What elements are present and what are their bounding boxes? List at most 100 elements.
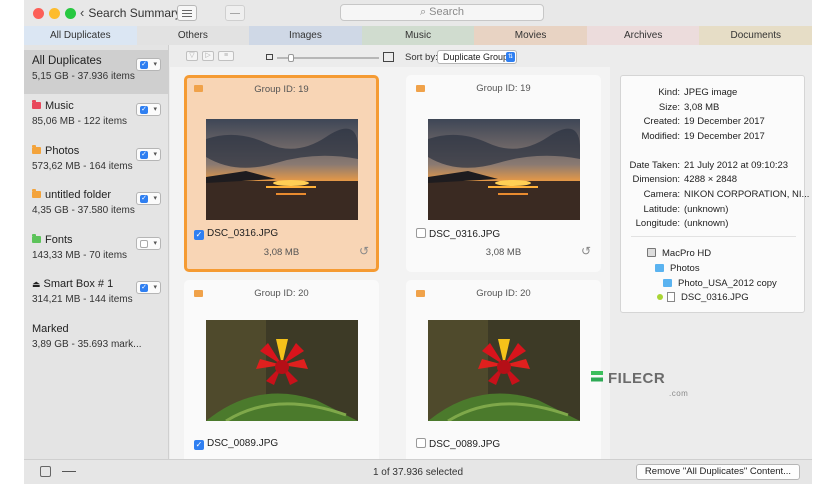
duplicate-card[interactable]: Group ID: 19 ✓ DSC_0316.JPG 3,08 MB ↺ bbox=[184, 75, 379, 272]
sidebar-item-summary: 573,62 MB - 164 items bbox=[32, 161, 133, 172]
sunset-image bbox=[428, 119, 580, 220]
info-label: Dimension: bbox=[632, 174, 680, 185]
list-view-button[interactable] bbox=[177, 5, 197, 21]
sidebar-item-label: Photos bbox=[45, 145, 80, 157]
flower-image bbox=[206, 320, 358, 421]
chevron-down-icon: ▾ bbox=[153, 151, 157, 158]
status-dot-icon bbox=[657, 294, 663, 300]
include-toggle[interactable]: ✓ ▾ bbox=[136, 281, 161, 294]
info-value: (unknown) bbox=[684, 218, 729, 229]
sidebar: All Duplicates 5,15 GB - 37.936 items ✓ ▾… bbox=[24, 45, 169, 459]
app-window: ‹ Search Summary ⌕ Search All Duplicates … bbox=[24, 0, 812, 484]
path-item-folder[interactable]: Photos bbox=[655, 263, 700, 274]
duplicate-card[interactable]: Group ID: 20 bbox=[406, 280, 601, 470]
include-toggle[interactable]: ✓ ▾ bbox=[136, 103, 161, 116]
file-name: DSC_0089.JPG bbox=[207, 438, 279, 449]
folder-icon bbox=[32, 145, 41, 154]
sidebar-item-summary: 4,35 GB - 37.580 items bbox=[32, 205, 135, 216]
include-toggle[interactable]: ✓ ▾ bbox=[136, 58, 161, 71]
chevron-left-icon: ‹ bbox=[80, 5, 85, 20]
tab-images[interactable]: Images bbox=[249, 26, 362, 45]
card-checkbox[interactable]: ✓ bbox=[194, 230, 204, 240]
file-name: DSC_0089.JPG bbox=[429, 439, 501, 450]
chevron-down-icon: ▾ bbox=[153, 195, 157, 202]
sidebar-item-marked[interactable]: Marked 3,89 GB - 35.693 mark... bbox=[24, 318, 169, 362]
group-id: Group ID: 20 bbox=[254, 288, 309, 299]
path-item-file[interactable]: DSC_0316.JPG bbox=[657, 292, 749, 303]
include-toggle[interactable]: ✓ ▾ bbox=[136, 192, 161, 205]
file-size: 3,08 MB bbox=[263, 247, 300, 258]
chevron-down-icon: ▾ bbox=[153, 284, 157, 291]
card-checkbox[interactable] bbox=[416, 228, 426, 238]
chevron-down-icon: ▾ bbox=[153, 106, 157, 113]
photo-thumbnail[interactable] bbox=[428, 320, 580, 421]
list-icon[interactable]: ≡ bbox=[218, 51, 234, 61]
tab-all-duplicates[interactable]: All Duplicates bbox=[24, 26, 137, 45]
folder-icon bbox=[32, 189, 41, 198]
minimize-window-button[interactable] bbox=[49, 8, 60, 19]
card-checkbox[interactable]: ✓ bbox=[194, 440, 204, 450]
divider bbox=[631, 236, 796, 237]
info-label: Longitude: bbox=[635, 218, 680, 229]
info-value: 21 July 2012 at 09:10:23 bbox=[684, 160, 789, 171]
tab-others[interactable]: Others bbox=[136, 26, 250, 45]
sort-value: Duplicate Group bbox=[443, 52, 509, 62]
sidebar-item-all-duplicates[interactable]: All Duplicates 5,15 GB - 37.936 items ✓ ▾ bbox=[24, 50, 169, 94]
info-value: (unknown) bbox=[684, 204, 729, 215]
restore-icon[interactable]: ↺ bbox=[581, 244, 591, 258]
photo-thumbnail[interactable] bbox=[428, 119, 580, 220]
sidebar-item-photos[interactable]: Photos 573,62 MB - 164 items ✓ ▾ bbox=[24, 140, 169, 184]
info-label: Size: bbox=[658, 102, 680, 113]
back-button[interactable]: ‹ Search Summary bbox=[80, 5, 181, 20]
category-tabs: All Duplicates Others Images Music Movie… bbox=[24, 26, 812, 45]
info-value: 4288 × 2848 bbox=[684, 174, 738, 185]
sidebar-item-smart-box[interactable]: ⏏ Smart Box # 1 314,21 MB - 144 items ✓ ▾ bbox=[24, 273, 169, 317]
file-name: DSC_0316.JPG bbox=[207, 228, 279, 239]
checkbox-icon bbox=[140, 240, 148, 248]
info-value: NIKON CORPORATION, NI... bbox=[684, 189, 810, 200]
panel-toggle-button[interactable] bbox=[225, 5, 245, 21]
include-toggle[interactable]: ▾ bbox=[136, 237, 161, 250]
info-label: Modified: bbox=[641, 131, 680, 142]
sidebar-item-summary: 143,33 MB - 70 items bbox=[32, 250, 128, 261]
sidebar-item-music[interactable]: Music 85,06 MB - 122 items ✓ ▾ bbox=[24, 95, 169, 139]
path-item-folder[interactable]: Photo_USA_2012 copy bbox=[663, 278, 777, 289]
filter-down-icon[interactable]: ▽ bbox=[186, 51, 198, 61]
tab-archives[interactable]: Archives bbox=[586, 26, 700, 45]
updown-arrows-icon: ⇅ bbox=[506, 52, 515, 62]
document-icon bbox=[667, 292, 675, 302]
duplicate-card[interactable]: Group ID: 19 DSC_0316.JPG 3,08 MB ↺ bbox=[406, 75, 601, 272]
sidebar-item-summary: 85,06 MB - 122 items bbox=[32, 116, 128, 127]
info-label: Camera: bbox=[643, 189, 680, 200]
include-toggle[interactable]: ✓ ▾ bbox=[136, 148, 161, 161]
back-label: Search Summary bbox=[88, 6, 182, 20]
photo-thumbnail[interactable] bbox=[206, 320, 358, 421]
sort-label: Sort by: bbox=[405, 52, 438, 63]
zoom-window-button[interactable] bbox=[65, 8, 76, 19]
photo-thumbnail[interactable] bbox=[206, 119, 358, 220]
path-item-disk[interactable]: MacPro HD bbox=[647, 248, 711, 259]
sidebar-item-fonts[interactable]: Fonts 143,33 MB - 70 items ▾ bbox=[24, 229, 169, 273]
checkmark-icon: ✓ bbox=[140, 61, 148, 69]
tab-music[interactable]: Music bbox=[361, 26, 475, 45]
search-icon: ⌕ bbox=[419, 6, 430, 18]
tab-movies[interactable]: Movies bbox=[474, 26, 587, 45]
sort-select[interactable]: Duplicate Group ⇅ bbox=[437, 50, 517, 64]
chevron-down-icon: ▾ bbox=[153, 61, 157, 68]
slider-knob[interactable] bbox=[288, 54, 294, 62]
close-window-button[interactable] bbox=[33, 8, 44, 19]
card-checkbox[interactable] bbox=[416, 438, 426, 448]
remove-content-button[interactable]: Remove "All Duplicates" Content... bbox=[636, 464, 800, 480]
sidebar-item-label: Smart Box # 1 bbox=[43, 278, 114, 290]
restore-icon[interactable]: ↺ bbox=[359, 244, 369, 258]
sidebar-item-label: Music bbox=[45, 100, 74, 112]
duplicate-card[interactable]: Group ID: 20 bbox=[184, 280, 379, 470]
play-icon[interactable]: ▷ bbox=[202, 51, 214, 61]
search-input[interactable]: ⌕ Search bbox=[340, 4, 544, 21]
tab-documents[interactable]: Documents bbox=[699, 26, 812, 45]
checkmark-icon: ✓ bbox=[140, 106, 148, 114]
status-bar: 1 of 37.936 selected Remove "All Duplica… bbox=[24, 459, 812, 484]
sidebar-item-untitled-folder[interactable]: untitled folder 4,35 GB - 37.580 items ✓… bbox=[24, 184, 169, 228]
large-thumb-icon bbox=[383, 52, 394, 62]
sidebar-item-label: All Duplicates bbox=[32, 55, 102, 67]
